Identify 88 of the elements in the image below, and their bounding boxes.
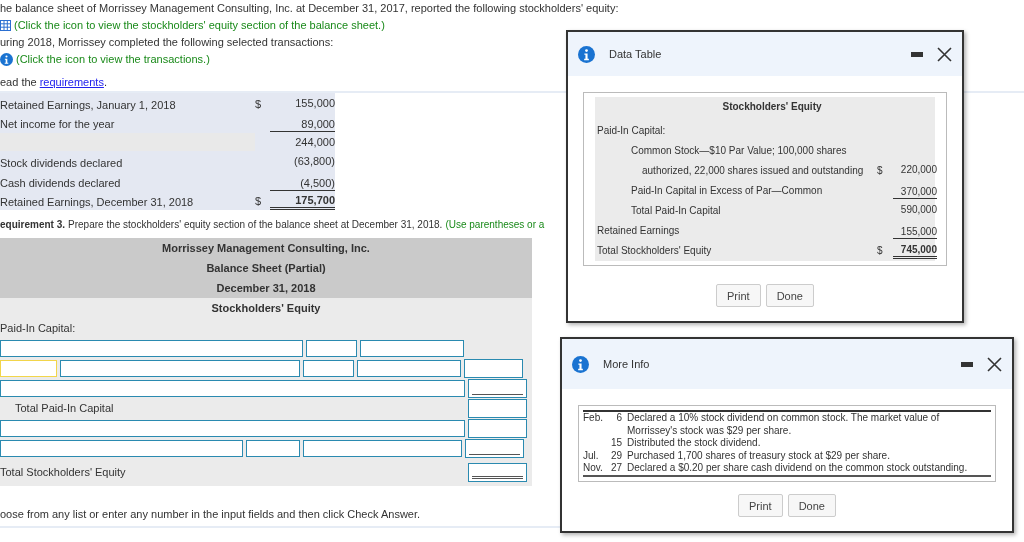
amount: (63,800) [293, 155, 335, 169]
amount-field[interactable] [468, 378, 527, 398]
transaction-text: Purchased 1,700 shares of treasury stock at $29 per share. [627, 449, 891, 462]
info-icon [578, 45, 595, 63]
row-label: Net income for the year [0, 118, 116, 132]
transaction-text: Distributed the stock dividend. [627, 437, 762, 450]
requirement-text: Prepare the stockholders' equity section of the balance sheet at December 31, 2018. [68, 219, 443, 232]
amount-field[interactable] [303, 439, 462, 457]
total-label: Total Paid-In Capital [14, 402, 115, 414]
requirement-label: equirement 3. [0, 219, 66, 232]
info-icon [0, 53, 13, 66]
amount: 175,700 [270, 194, 335, 210]
row-label: Retained Earnings [597, 225, 681, 238]
amount-field[interactable] [468, 462, 527, 482]
requirements-link[interactable]: requirements [39, 74, 104, 91]
amount-field[interactable] [357, 359, 461, 377]
instruction-text: uring 2018, Morrissey completed the following selected transactions: [0, 35, 334, 50]
row-label: authorized, 22,000 shares issued and outstanding [641, 165, 865, 178]
input-field[interactable] [246, 439, 300, 457]
row-label: Cash dividends declared [0, 176, 122, 191]
transaction-text: Declared a $0.20 per share cash dividend on the common stock outstanding. [627, 462, 969, 475]
dialog-title: Data Table [609, 48, 663, 60]
amount: 244,000 [294, 135, 335, 150]
currency-sign: $ [877, 165, 883, 176]
account-field[interactable] [0, 339, 303, 357]
row-label: Total Stockholders' Equity [597, 245, 713, 258]
account-field[interactable] [0, 419, 465, 437]
done-button[interactable]: Done [787, 494, 836, 517]
section-label: Paid-In Capital: [0, 322, 77, 334]
amount: 220,000 [899, 164, 937, 177]
day: 29 [609, 449, 627, 462]
amount: 155,000 [893, 226, 937, 239]
row-label: Stock dividends declared [0, 157, 124, 171]
amount-field[interactable] [464, 358, 523, 378]
info-icon [572, 355, 589, 373]
header-title: Morrissey Management Consulting, Inc. [161, 241, 371, 256]
amount-field[interactable] [465, 438, 524, 458]
row-label: Common Stock—$10 Par Value; 100,000 shares [630, 145, 848, 158]
input-field[interactable] [303, 359, 354, 377]
hint-text[interactable]: (Click the icon to view the stockholders' equity section of the balance sheet.) [14, 17, 385, 34]
minimize-icon[interactable] [961, 361, 973, 367]
row-label: Retained Earnings, December 31, 2018 [0, 196, 195, 210]
row-label: Retained Earnings, January 1, 2018 [0, 98, 177, 113]
header-title: Balance Sheet (Partial) [205, 261, 327, 276]
account-field[interactable] [0, 439, 243, 457]
month: Nov. [583, 462, 604, 475]
currency-sign: $ [877, 245, 883, 256]
instruction-text: he balance sheet of Morrissey Management Consulting, Inc. at December 31, 2017, reported the following stockholders' equity: [0, 1, 619, 16]
total-label: Total Stockholders' Equity [0, 466, 127, 478]
table-icon[interactable] [0, 20, 11, 31]
amount: 370,000 [893, 186, 937, 199]
print-button[interactable]: Print [738, 494, 783, 517]
currency-sign: $ [255, 195, 262, 207]
section-title: Stockholders' Equity [210, 301, 322, 316]
transaction-text: Declared a 10% stock dividend on common stock. The market value of Morrissey's stock was $29 per share. [627, 412, 941, 437]
close-icon[interactable] [987, 356, 1002, 372]
amount: 590,000 [899, 204, 937, 217]
amount: 745,000 [893, 244, 937, 259]
day: 6 [609, 412, 627, 437]
amount-field[interactable] [360, 339, 464, 357]
account-field[interactable] [60, 359, 300, 377]
instruction-text: ead the [0, 75, 37, 90]
currency-sign: $ [255, 97, 262, 110]
amount-field[interactable] [468, 418, 527, 438]
amount: 89,000 [270, 118, 335, 132]
row-label: Paid-In Capital in Excess of Par—Common [630, 185, 824, 198]
footer-instruction: oose from any list or enter any number in the input fields and then click Check Answer. [0, 508, 422, 522]
header-title: December 31, 2018 [215, 281, 317, 296]
print-button[interactable]: Print [716, 284, 761, 307]
account-field[interactable] [0, 379, 465, 397]
amount-field[interactable] [468, 398, 527, 418]
day: 15 [609, 437, 627, 450]
hint-text: (Use parentheses or a [445, 219, 545, 232]
input-field[interactable] [306, 339, 357, 357]
close-icon[interactable] [937, 46, 952, 62]
row-label: Total Paid-In Capital [630, 205, 722, 218]
done-button[interactable]: Done [765, 284, 814, 307]
period: . [103, 75, 107, 90]
month: Feb. [583, 412, 604, 425]
amount: (4,500) [270, 176, 335, 191]
row-label: Paid-In Capital: [597, 125, 667, 138]
amount: 155,000 [294, 96, 335, 111]
table-heading: Stockholders' Equity [721, 100, 823, 114]
month: Jul. [583, 449, 600, 462]
day: 27 [609, 462, 627, 475]
dialog-title: More Info [603, 358, 651, 370]
hint-text[interactable]: (Click the icon to view the transactions.) [16, 51, 210, 68]
minimize-icon[interactable] [911, 51, 923, 57]
